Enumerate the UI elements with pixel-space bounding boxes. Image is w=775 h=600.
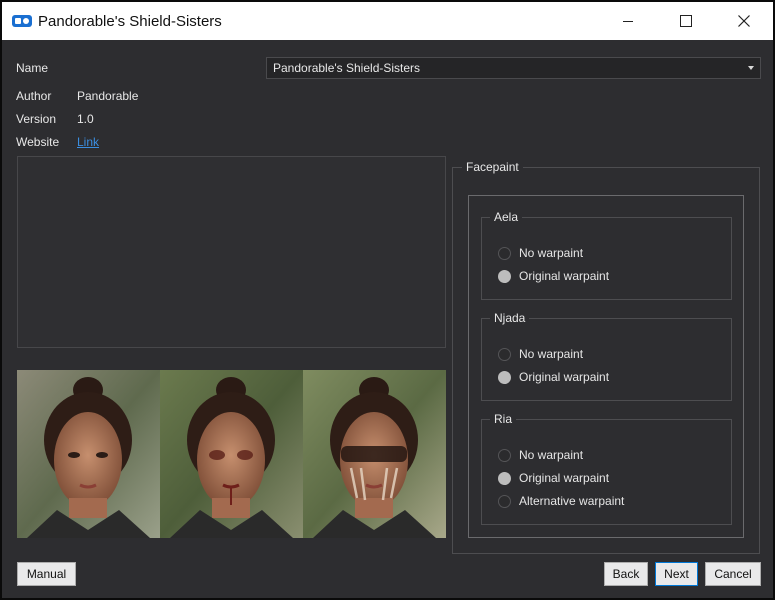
radio-indicator [498,448,511,462]
aela-title: Aela [490,210,523,224]
close-icon [738,15,750,27]
name-combobox[interactable]: Pandorable's Shield-Sisters [266,57,761,79]
minimize-icon [623,21,633,22]
radio-indicator [498,471,511,485]
preview-image-original-warpaint[interactable] [160,370,303,538]
name-combobox-value: Pandorable's Shield-Sisters [273,61,421,75]
description-box [17,156,446,348]
aela-original-warpaint-radio[interactable]: Original warpaint [498,269,609,283]
ria-title: Ria [490,412,517,426]
radio-label: Alternative warpaint [519,494,625,508]
njada-title: Njada [490,311,530,325]
ria-original-warpaint-radio[interactable]: Original warpaint [498,471,609,485]
radio-indicator [498,370,511,384]
maximize-icon [680,15,692,27]
cancel-button[interactable]: Cancel [705,562,761,586]
radio-label: Original warpaint [519,471,610,485]
ria-no-warpaint-radio[interactable]: No warpaint [498,448,583,462]
preview-image-alternative-warpaint[interactable] [303,370,446,538]
installer-window: Pandorable's Shield-Sisters Name Pandora… [0,0,775,600]
version-label: Version [16,112,57,126]
radio-indicator [498,494,511,508]
radio-indicator [498,246,511,260]
radio-label: No warpaint [519,347,584,361]
njada-original-warpaint-radio[interactable]: Original warpaint [498,370,609,384]
radio-indicator [498,347,511,361]
preview-image-no-warpaint[interactable] [17,370,160,538]
author-label: Author [16,89,52,103]
close-button[interactable] [715,2,773,40]
radio-label: Original warpaint [519,370,610,384]
radio-label: No warpaint [519,448,584,462]
preview-images [17,370,446,538]
author-value: Pandorable [77,89,139,103]
ria-alternative-warpaint-radio[interactable]: Alternative warpaint [498,494,624,508]
chevron-down-icon [748,66,754,70]
facepaint-title: Facepaint [462,160,523,174]
content-area: Name Pandorable's Shield-Sisters Author … [2,40,773,598]
website-label: Website [16,135,60,149]
next-button[interactable]: Next [655,562,698,586]
window-title: Pandorable's Shield-Sisters [38,13,222,30]
back-button[interactable]: Back [604,562,648,586]
radio-label: No warpaint [519,246,584,260]
version-value: 1.0 [77,112,94,126]
name-label: Name [16,61,49,75]
aela-no-warpaint-radio[interactable]: No warpaint [498,246,583,260]
website-link[interactable]: Link [77,135,99,149]
manual-button[interactable]: Manual [17,562,76,586]
mod-organizer-icon [12,15,32,27]
title-bar: Pandorable's Shield-Sisters [2,2,773,40]
radio-indicator [498,269,511,283]
radio-label: Original warpaint [519,269,610,283]
minimize-button[interactable] [599,2,657,40]
maximize-button[interactable] [657,2,715,40]
njada-no-warpaint-radio[interactable]: No warpaint [498,347,583,361]
